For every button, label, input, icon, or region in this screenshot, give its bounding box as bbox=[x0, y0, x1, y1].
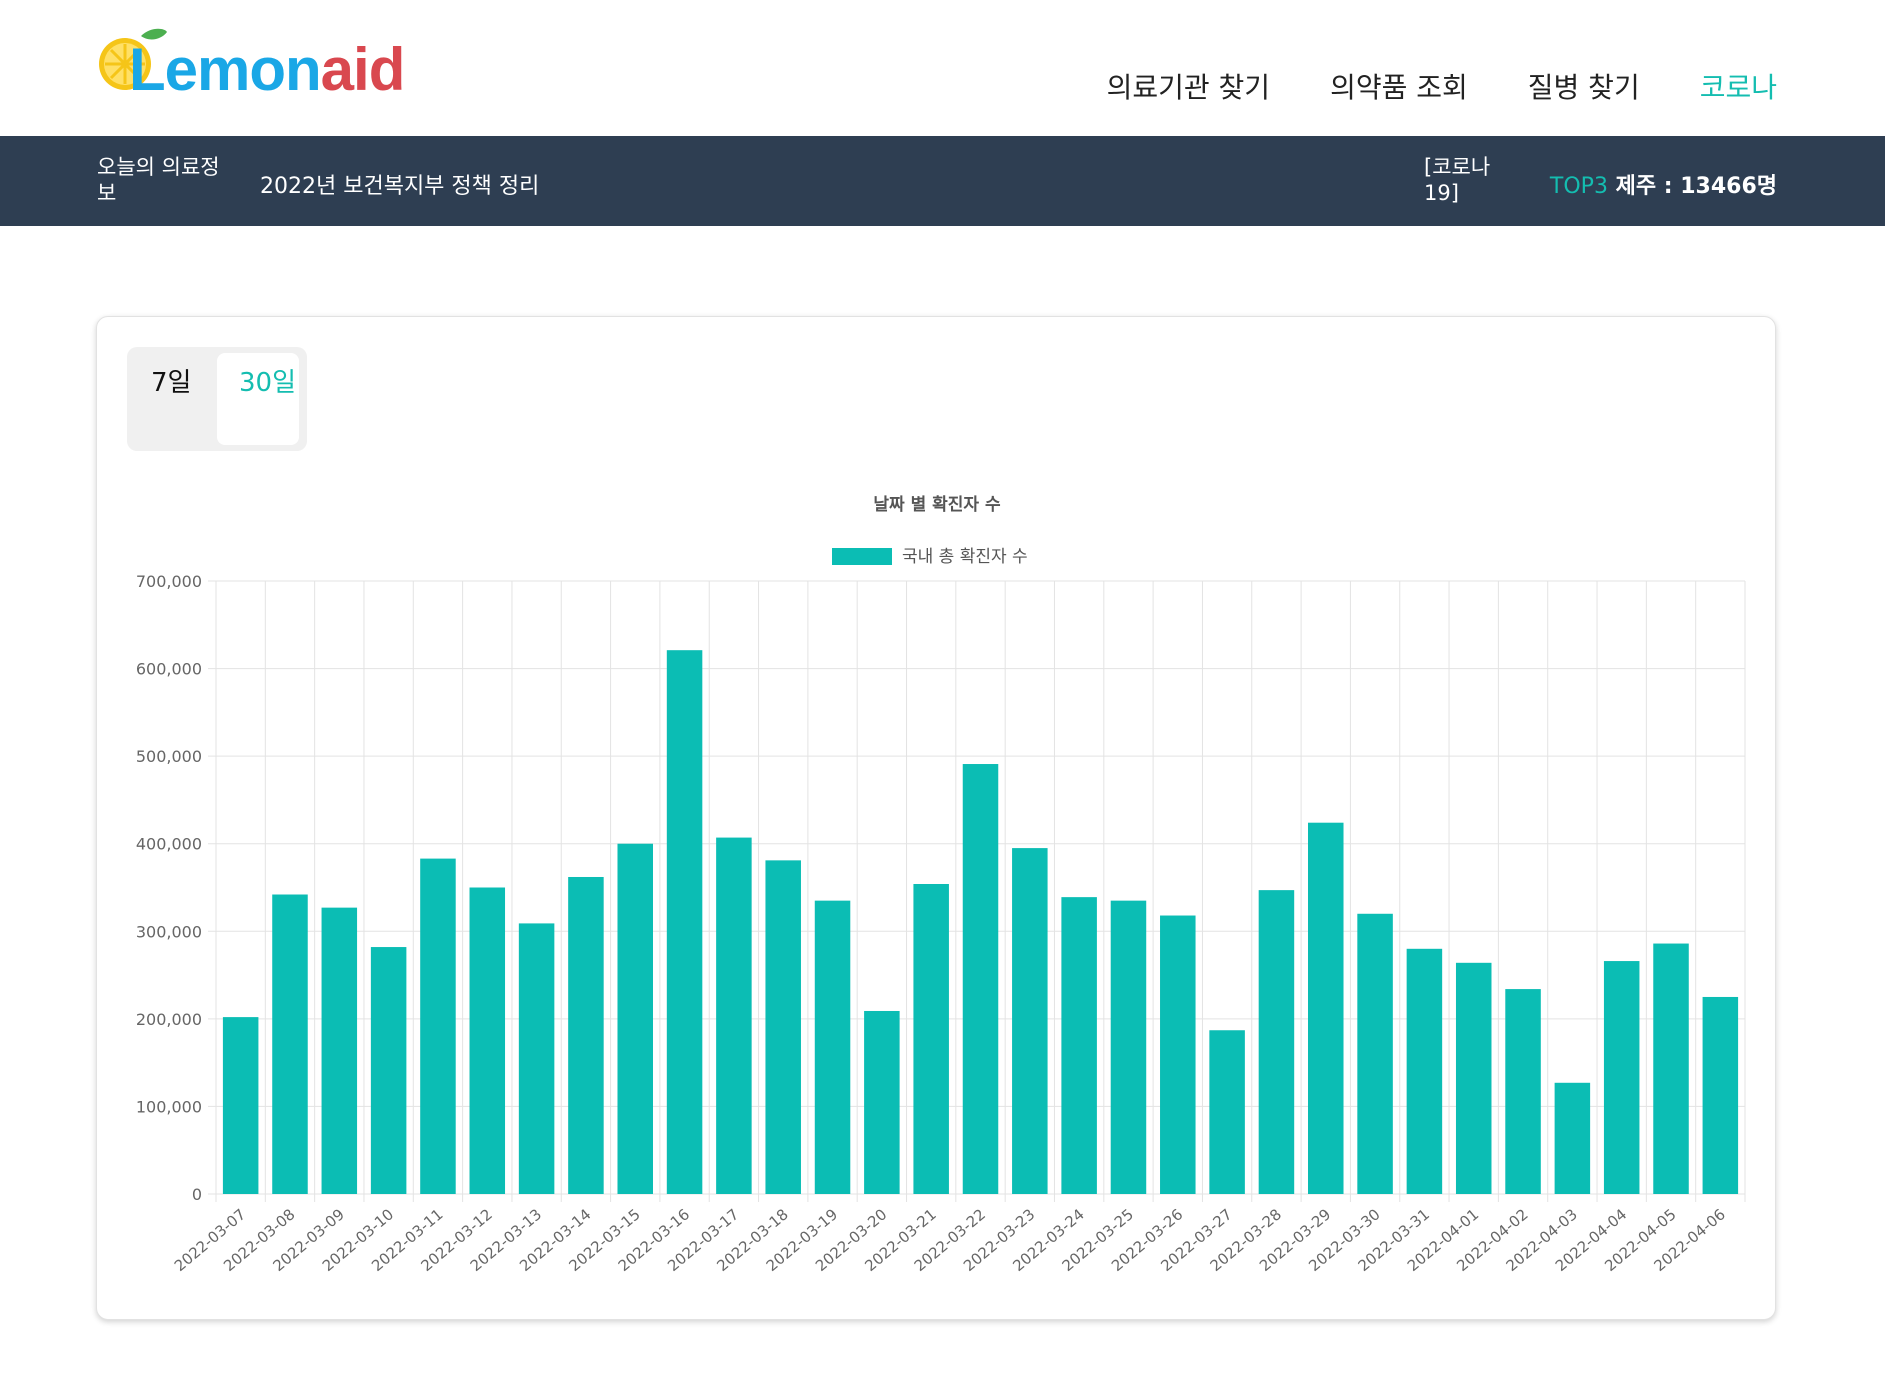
y-tick-label: 0 bbox=[192, 1185, 202, 1204]
site-header: Lemonaid 의료기관 찾기 의약품 조회 질병 찾기 코로나 bbox=[0, 0, 1885, 136]
bar bbox=[272, 894, 308, 1194]
logo-text: Lemonaid bbox=[129, 36, 405, 103]
bar bbox=[666, 650, 703, 1194]
bar bbox=[1012, 848, 1048, 1194]
bar bbox=[716, 837, 752, 1194]
bar bbox=[617, 843, 653, 1194]
y-tick-label: 500,000 bbox=[136, 747, 202, 766]
nav-item-disease[interactable]: 질병 찾기 bbox=[1528, 66, 1640, 106]
bar bbox=[1653, 943, 1689, 1194]
top3-region-ticker: TOP3 제주 : 13466명 bbox=[1550, 168, 1777, 200]
bar bbox=[1110, 900, 1147, 1194]
bar bbox=[1455, 962, 1492, 1194]
nav-item-corona[interactable]: 코로나 bbox=[1700, 66, 1777, 106]
lemonaid-logo[interactable]: Lemonaid bbox=[95, 16, 415, 106]
corona-label: [코로나 19] bbox=[1424, 155, 1491, 205]
bar bbox=[321, 907, 358, 1194]
chart-card: 7일 30일 날짜 별 확진자 수 국내 총 확진자 수 700,000 600,00… bbox=[96, 316, 1776, 1320]
info-bar: 오늘의 의료정보 2022년 보건복지부 정책 정리 [코로나 19] TOP3… bbox=[0, 136, 1885, 226]
main-nav: 의료기관 찾기 의약품 조회 질병 찾기 코로나 bbox=[1107, 66, 1777, 106]
y-tick-label: 200,000 bbox=[136, 1010, 202, 1029]
bar bbox=[814, 900, 851, 1194]
bar bbox=[568, 876, 604, 1194]
bar bbox=[518, 923, 555, 1194]
y-tick-label: 600,000 bbox=[136, 660, 202, 679]
bar bbox=[469, 887, 506, 1194]
nav-item-hospitals[interactable]: 의료기관 찾기 bbox=[1107, 66, 1270, 106]
y-tick-label: 300,000 bbox=[136, 922, 202, 941]
bar bbox=[913, 883, 949, 1194]
legend-label: 국내 총 확진자 수 bbox=[902, 547, 1028, 567]
bar bbox=[1603, 961, 1640, 1194]
bar bbox=[765, 860, 801, 1194]
chart-title: 날짜 별 확진자 수 bbox=[873, 495, 1001, 515]
legend-swatch bbox=[832, 548, 892, 565]
today-info-label: 오늘의 의료정보 bbox=[97, 155, 220, 205]
bar bbox=[1357, 913, 1393, 1194]
bar bbox=[1308, 822, 1344, 1194]
bar bbox=[420, 858, 456, 1194]
bar bbox=[1702, 996, 1739, 1194]
policy-news-link[interactable]: 2022년 보건복지부 정책 정리 bbox=[260, 168, 539, 200]
y-tick-label: 700,000 bbox=[136, 572, 202, 591]
bar bbox=[1061, 897, 1097, 1194]
top3-tag: TOP3 bbox=[1549, 174, 1608, 199]
bar bbox=[1160, 915, 1196, 1194]
top3-value: 제주 : 13466명 bbox=[1615, 174, 1777, 199]
y-tick-label: 400,000 bbox=[136, 835, 202, 854]
bar bbox=[864, 1010, 900, 1194]
bar bbox=[1554, 1082, 1591, 1194]
bar bbox=[962, 764, 999, 1194]
bar bbox=[1406, 948, 1443, 1194]
nav-item-medicine[interactable]: 의약품 조회 bbox=[1330, 66, 1468, 106]
bar bbox=[222, 1017, 259, 1194]
bar bbox=[1209, 1030, 1245, 1194]
bar bbox=[1258, 890, 1295, 1194]
confirmed-cases-bar-chart: 날짜 별 확진자 수국내 총 확진자 수 700,000 600,000 500,00… bbox=[136, 495, 1746, 1275]
y-tick-label: 100,000 bbox=[136, 1097, 202, 1116]
bar bbox=[1505, 989, 1541, 1194]
bar bbox=[370, 947, 407, 1194]
